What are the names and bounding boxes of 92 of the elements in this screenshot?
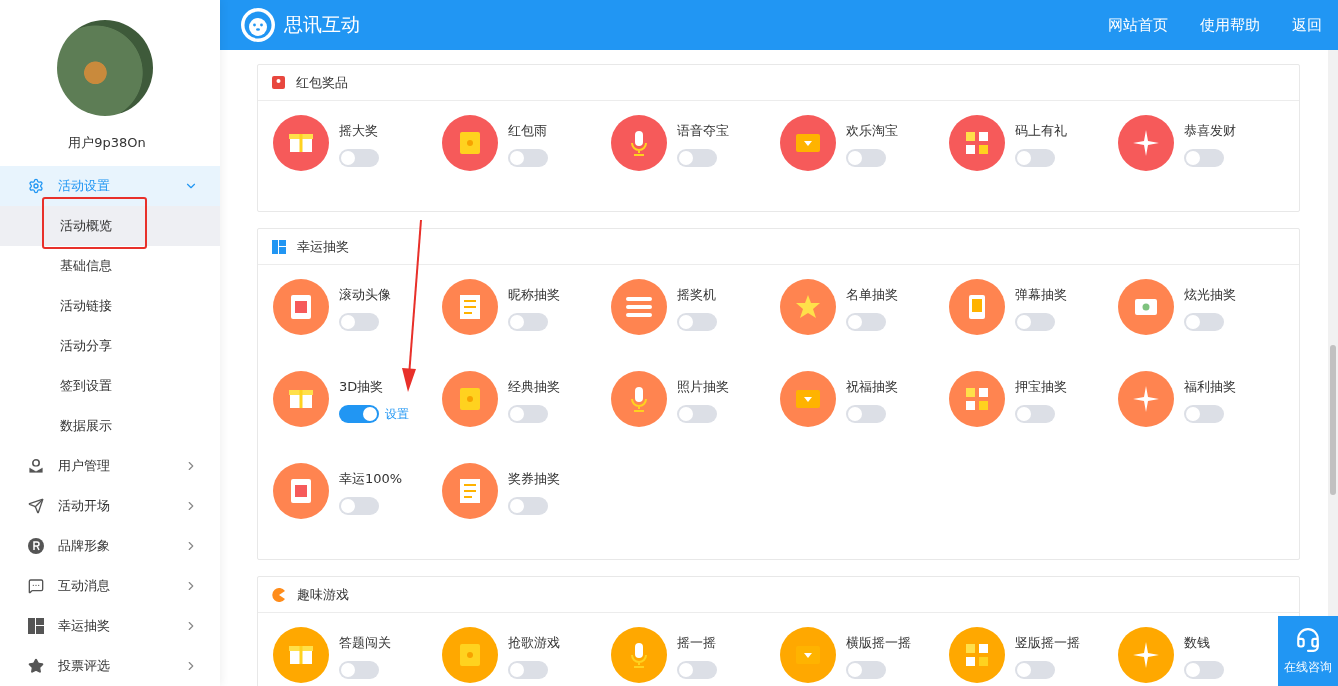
toggle-switch[interactable] [1015, 661, 1055, 679]
activity-name: 弹幕抽奖 [1015, 286, 1067, 304]
menu-group-label: 投票评选 [58, 657, 111, 675]
activity-name: 摇奖机 [677, 286, 717, 304]
menu-group-label: 活动设置 [58, 177, 111, 195]
headset-icon [1295, 626, 1321, 653]
activity-name: 照片抽奖 [677, 378, 729, 396]
chat-bubble-icon [28, 578, 44, 594]
brand-name: 思讯互动 [284, 12, 361, 37]
activity-name: 横版摇一摇 [846, 634, 911, 652]
star-icon [28, 658, 44, 674]
user-envelope-icon [28, 458, 44, 474]
toggle-switch[interactable] [508, 661, 548, 679]
toggle-switch[interactable] [339, 313, 379, 331]
toggle-switch[interactable] [846, 149, 886, 167]
username: 用户9p38On [68, 134, 146, 152]
activity-name: 数钱 [1184, 634, 1211, 652]
menu-group-label: 品牌形象 [58, 537, 111, 555]
activity-name: 幸运100% [339, 470, 403, 488]
activity-name: 经典抽奖 [508, 378, 560, 396]
menu-item[interactable]: 活动链接 [0, 286, 220, 326]
toggle-switch[interactable] [339, 149, 379, 167]
menu-group[interactable]: 品牌形象 [0, 526, 220, 566]
menu-item[interactable]: 活动分享 [0, 326, 220, 366]
toggle-switch[interactable] [508, 313, 548, 331]
grid-icon [28, 618, 44, 634]
toggle-switch[interactable] [1184, 313, 1224, 331]
activity-name: 押宝抽奖 [1015, 378, 1067, 396]
menu-group[interactable]: 用户管理 [0, 446, 220, 486]
grid-icon [272, 239, 286, 254]
toggle-switch[interactable] [508, 149, 548, 167]
activity-name: 恭喜发财 [1184, 122, 1236, 140]
toggle-switch[interactable] [677, 405, 717, 423]
section-title: 趣味游戏 [297, 585, 349, 604]
activity-name: 码上有礼 [1015, 122, 1067, 140]
toggle-switch[interactable] [339, 405, 379, 423]
toggle-switch[interactable] [677, 149, 717, 167]
scrollbar[interactable] [1328, 50, 1338, 616]
toggle-switch[interactable] [677, 313, 717, 331]
activity-name: 滚动头像 [339, 286, 391, 304]
toggle-switch[interactable] [339, 661, 379, 679]
bear-logo-icon [240, 7, 276, 43]
activity-name: 欢乐淘宝 [846, 122, 898, 140]
r-circle-icon [28, 538, 44, 554]
toggle-switch[interactable] [846, 405, 886, 423]
menu-item[interactable]: 基础信息 [0, 246, 220, 286]
menu-group-label: 用户管理 [58, 457, 111, 475]
activity-name: 奖券抽奖 [508, 470, 560, 488]
activity-name: 抢歌游戏 [508, 634, 560, 652]
qr-code-icon [963, 129, 991, 157]
activity-name: 3D抽奖 [339, 378, 385, 396]
activity-name: 昵称抽奖 [508, 286, 560, 304]
menu-group[interactable]: 幸运抽奖 [0, 606, 220, 646]
qr-code-icon [963, 641, 991, 669]
activity-name: 答题闯关 [339, 634, 391, 652]
toggle-switch[interactable] [1015, 313, 1055, 331]
toggle-switch[interactable] [1184, 661, 1224, 679]
toggle-switch[interactable] [1015, 405, 1055, 423]
toggle-switch[interactable] [508, 405, 548, 423]
activity-name: 祝福抽奖 [846, 378, 898, 396]
menu-item[interactable]: 签到设置 [0, 366, 220, 406]
toggle-switch[interactable] [339, 497, 379, 515]
activity-name: 炫光抽奖 [1184, 286, 1236, 304]
activity-name: 名单抽奖 [846, 286, 898, 304]
toggle-switch[interactable] [1015, 149, 1055, 167]
star-icon [794, 293, 822, 321]
toggle-switch[interactable] [1184, 149, 1224, 167]
menu-group[interactable]: 活动开场 [0, 486, 220, 526]
toggle-switch[interactable] [677, 661, 717, 679]
toggle-switch[interactable] [1184, 405, 1224, 423]
section-title: 幸运抽奖 [297, 237, 349, 256]
menu-group[interactable]: 互动消息 [0, 566, 220, 606]
toggle-switch[interactable] [508, 497, 548, 515]
activity-name: 竖版摇一摇 [1015, 634, 1080, 652]
activity-name: 福利抽奖 [1184, 378, 1236, 396]
menu-group-label: 互动消息 [58, 577, 111, 595]
qr-code-icon [963, 385, 991, 413]
menu-item[interactable]: 数据展示 [0, 406, 220, 446]
toggle-switch[interactable] [846, 313, 886, 331]
activity-name: 语音夺宝 [677, 122, 729, 140]
menu-group-label: 幸运抽奖 [58, 617, 111, 635]
menu-group-label: 活动开场 [58, 497, 111, 515]
paper-plane-icon [28, 498, 44, 514]
toggle-switch[interactable] [846, 661, 886, 679]
activity-name: 摇大奖 [339, 122, 379, 140]
activity-name: 红包雨 [508, 122, 548, 140]
gears-icon [28, 178, 44, 194]
activity-name: 摇一摇 [677, 634, 717, 652]
menu-group[interactable]: 投票评选 [0, 646, 220, 686]
game-icon [272, 587, 286, 602]
section-title: 红包奖品 [296, 73, 348, 92]
menu-item[interactable]: 活动概览 [0, 206, 220, 246]
